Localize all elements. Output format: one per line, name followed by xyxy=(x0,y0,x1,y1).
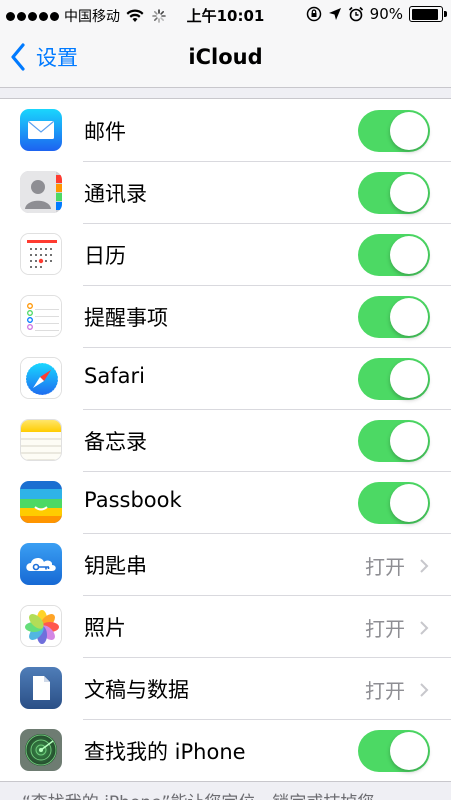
notes-icon xyxy=(20,419,62,461)
battery-icon xyxy=(409,6,447,22)
photos-detail[interactable]: 打开 xyxy=(365,613,429,642)
passbook-icon xyxy=(20,481,62,523)
row-label: Safari xyxy=(84,364,145,388)
reminders-toggle[interactable] xyxy=(358,296,430,338)
safari-icon xyxy=(20,357,62,399)
row-keychain[interactable]: 钥匙串 打开 xyxy=(0,533,451,595)
status-bar: 中国移动 上午10:01 90% xyxy=(0,0,451,30)
documents-icon xyxy=(20,667,62,709)
toggle-knob xyxy=(390,298,428,336)
passbook-toggle[interactable] xyxy=(358,482,430,524)
find-my-iphone-toggle[interactable] xyxy=(358,730,430,772)
chevron-right-icon xyxy=(420,558,429,573)
location-arrow-icon xyxy=(328,8,341,20)
toggle-knob xyxy=(390,236,428,274)
detail-value: 打开 xyxy=(365,555,405,579)
row-calendar: 日历 xyxy=(0,223,451,285)
rotation-lock-icon xyxy=(306,6,321,22)
toggle-knob xyxy=(390,174,428,212)
row-contacts: 通讯录 xyxy=(0,161,451,223)
icloud-settings-list: 邮件 通讯录 日历 提醒事项 Safari 备忘录 Passbook 钥匙串 打… xyxy=(0,98,451,782)
row-label: 钥匙串 xyxy=(84,554,147,578)
row-label: 通讯录 xyxy=(84,182,147,206)
chevron-right-icon xyxy=(420,620,429,635)
contacts-toggle[interactable] xyxy=(358,172,430,214)
row-label: 文稿与数据 xyxy=(84,678,189,702)
row-passbook: Passbook xyxy=(0,471,451,533)
keychain-detail[interactable]: 打开 xyxy=(365,551,429,580)
detail-value: 打开 xyxy=(365,679,405,703)
row-documents-and-data[interactable]: 文稿与数据 打开 xyxy=(0,657,451,719)
find-my-iphone-icon xyxy=(20,729,62,771)
keychain-icon xyxy=(20,543,62,585)
safari-toggle[interactable] xyxy=(358,358,430,400)
alarm-icon xyxy=(348,6,363,22)
page-title: iCloud xyxy=(188,45,263,69)
toggle-knob xyxy=(390,732,428,770)
row-label: 日历 xyxy=(84,244,126,268)
toggle-knob xyxy=(390,484,428,522)
toggle-knob xyxy=(390,422,428,460)
row-label: 照片 xyxy=(84,616,126,640)
row-mail: 邮件 xyxy=(0,99,451,161)
toggle-knob xyxy=(390,360,428,398)
row-find-my-iphone: 查找我的 iPhone xyxy=(0,719,451,781)
battery-fill xyxy=(411,8,438,20)
chevron-right-icon xyxy=(420,682,429,697)
row-reminders: 提醒事项 xyxy=(0,285,451,347)
row-label: 提醒事项 xyxy=(84,306,168,330)
notes-toggle[interactable] xyxy=(358,420,430,462)
calendar-icon xyxy=(20,233,62,275)
row-label: 备忘录 xyxy=(84,430,147,454)
navigation-bar: 设置 iCloud xyxy=(0,30,451,88)
mail-icon xyxy=(20,109,62,151)
battery-percent: 90% xyxy=(369,5,403,23)
photos-icon xyxy=(20,605,62,647)
row-label: 邮件 xyxy=(84,120,126,144)
contacts-icon xyxy=(20,171,62,213)
footer-note: “查找我的 iPhone”能让您定位、锁定或抹掉您 xyxy=(22,788,374,800)
status-right: 90% xyxy=(306,5,447,23)
row-safari: Safari xyxy=(0,347,451,409)
toggle-knob xyxy=(390,112,428,150)
row-label: Passbook xyxy=(84,488,182,512)
calendar-toggle[interactable] xyxy=(358,234,430,276)
row-notes: 备忘录 xyxy=(0,409,451,471)
detail-value: 打开 xyxy=(365,617,405,641)
mail-toggle[interactable] xyxy=(358,110,430,152)
documents-detail[interactable]: 打开 xyxy=(365,675,429,704)
row-label: 查找我的 iPhone xyxy=(84,740,246,764)
row-photos[interactable]: 照片 打开 xyxy=(0,595,451,657)
reminders-icon xyxy=(20,295,62,337)
